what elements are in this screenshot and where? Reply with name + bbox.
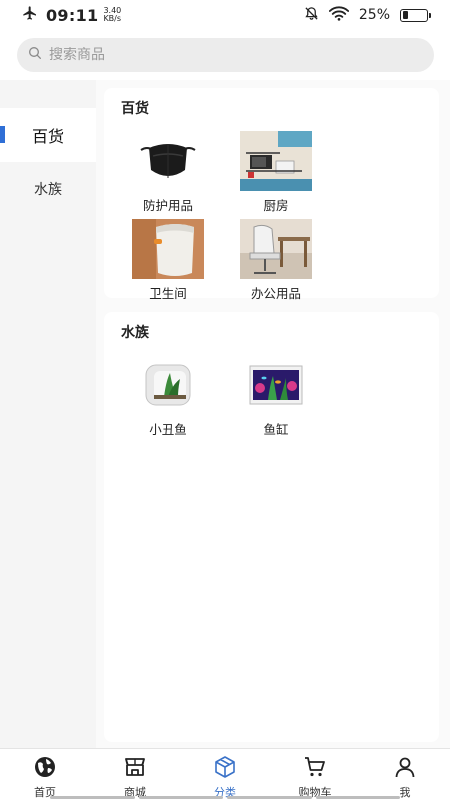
small-fish-tank-image	[132, 354, 204, 416]
search-input[interactable]	[49, 47, 409, 63]
category-item-weishengjian[interactable]: 卫生间	[114, 218, 222, 306]
mute-bell-icon	[304, 6, 319, 25]
search-icon	[27, 45, 49, 65]
gesture-bar	[50, 796, 400, 799]
tab-category[interactable]: 分类	[180, 749, 270, 800]
bottom-tab-bar: 首页 商城 分类 购物车 我	[0, 748, 450, 800]
aquarium-image	[240, 354, 312, 416]
sidebar-item-shuizu[interactable]: 水族	[0, 162, 96, 216]
category-item-label: 小丑鱼	[149, 422, 187, 437]
category-sidebar: 百货 水族	[0, 80, 96, 748]
tab-cart[interactable]: 购物车	[270, 749, 360, 800]
category-item-xiaochouyu[interactable]: 小丑鱼	[114, 354, 222, 442]
battery-percent: 25%	[358, 7, 390, 23]
status-time: 09:11	[46, 5, 99, 25]
wifi-icon	[328, 6, 349, 25]
section-card-baihuo: 百货 防护用品 厨房 卫生间 办公用品	[104, 88, 439, 301]
trash-bin-image	[132, 218, 204, 280]
network-speed: 3.40 KB/s	[103, 6, 122, 23]
store-icon	[123, 755, 147, 784]
status-bar: 09:11 3.40 KB/s 25%	[0, 0, 450, 30]
kitchen-shelf-image	[240, 130, 312, 192]
category-item-label: 防护用品	[142, 198, 193, 213]
tab-label: 我	[399, 786, 411, 799]
category-body: 百货 水族 百货 防护用品 厨房 卫生间 办公用品 水族 小丑鱼 鱼缸	[0, 80, 450, 748]
section-card-shuizu: 水族 小丑鱼 鱼缸	[104, 312, 439, 742]
section-title: 百货	[121, 101, 149, 117]
category-item-yugang[interactable]: 鱼缸	[222, 354, 330, 442]
search-bar[interactable]	[17, 38, 434, 72]
category-item-label: 卫生间	[149, 286, 187, 301]
category-item-label: 办公用品	[250, 286, 301, 301]
category-item-bangong[interactable]: 办公用品	[222, 218, 330, 306]
tab-store[interactable]: 商城	[90, 749, 180, 800]
category-item-label: 厨房	[263, 198, 289, 213]
tab-home[interactable]: 首页	[0, 749, 90, 800]
category-content: 百货 防护用品 厨房 卫生间 办公用品 水族 小丑鱼 鱼缸	[96, 80, 450, 748]
cart-icon	[303, 755, 327, 784]
sidebar-item-label: 水族	[34, 182, 62, 198]
office-chair-image	[240, 218, 312, 280]
section-title: 水族	[121, 325, 149, 341]
category-screen: 09:11 3.40 KB/s 25% 百货	[0, 0, 450, 800]
battery-level	[402, 11, 409, 19]
sidebar-item-label: 百货	[31, 127, 64, 146]
cube-icon	[213, 755, 237, 784]
category-item-label: 鱼缸	[263, 422, 289, 437]
user-icon	[393, 755, 417, 784]
face-mask-image	[132, 130, 204, 192]
category-item-chufang[interactable]: 厨房	[222, 130, 330, 218]
battery-icon	[400, 8, 431, 22]
tab-me[interactable]: 我	[360, 749, 450, 800]
airplane-icon	[22, 5, 38, 25]
sidebar-item-baihuo[interactable]: 百货	[0, 108, 96, 162]
category-item-fanghu[interactable]: 防护用品	[114, 130, 222, 218]
globe-icon	[33, 755, 57, 784]
